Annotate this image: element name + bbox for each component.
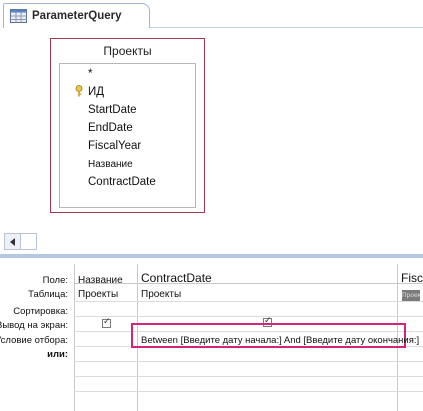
field-id[interactable]: ИД: [88, 86, 104, 98]
field-all[interactable]: *: [88, 68, 92, 80]
col3-table-cell[interactable]: Проекты: [402, 290, 420, 301]
table-title[interactable]: Проекты: [51, 44, 204, 58]
col2-criteria-cell[interactable]: Between [Введите дату начала:] And [Введ…: [141, 335, 419, 346]
col1-field-cell[interactable]: Название: [78, 275, 136, 286]
row-label-show: Вывод на экран:: [0, 320, 68, 331]
field-enddate[interactable]: EndDate: [88, 122, 133, 134]
row-label-criteria: Условие отбора:: [0, 335, 68, 346]
field-name[interactable]: Название: [88, 159, 133, 170]
grid-row-line: [74, 316, 423, 317]
document-tab-bar: ParameterQuery: [0, 0, 423, 30]
col3-field-cell[interactable]: Fisca: [401, 271, 423, 285]
grid-column-divider: [74, 264, 75, 411]
key-icon: [74, 85, 84, 97]
row-label-field: Поле:: [42, 275, 68, 286]
grid-row-line: [74, 391, 423, 392]
row-label-table: Таблица:: [28, 289, 68, 300]
grid-row-line: [74, 361, 423, 362]
tab-parameter-query[interactable]: ParameterQuery: [3, 3, 150, 28]
field-contractdate[interactable]: ContractDate: [88, 176, 156, 188]
col1-show-checkbox[interactable]: [102, 317, 111, 328]
col2-table-cell[interactable]: Проекты: [141, 289, 391, 300]
query-icon: [10, 9, 27, 23]
scroll-left-icon[interactable]: [5, 234, 21, 249]
tab-label: ParameterQuery: [32, 10, 122, 22]
row-label-sort: Сортировка:: [13, 306, 68, 317]
table-field-list-window[interactable]: Проекты * ИД StartDate EndDate FiscalYea…: [50, 38, 205, 213]
col2-field-cell[interactable]: ContractDate: [141, 271, 391, 285]
col1-table-cell[interactable]: Проекты: [78, 289, 136, 300]
row-label-or: или:: [47, 349, 68, 360]
design-pane-scrollbar[interactable]: [4, 233, 37, 250]
field-fiscalyear[interactable]: FiscalYear: [88, 140, 141, 152]
grid-row-line: [74, 376, 423, 377]
field-list[interactable]: * ИД StartDate EndDate FiscalYear Назван…: [59, 63, 196, 208]
grid-row-line: [74, 301, 423, 302]
query-design-pane: Проекты * ИД StartDate EndDate FiscalYea…: [0, 28, 423, 233]
field-startdate[interactable]: StartDate: [88, 104, 137, 116]
